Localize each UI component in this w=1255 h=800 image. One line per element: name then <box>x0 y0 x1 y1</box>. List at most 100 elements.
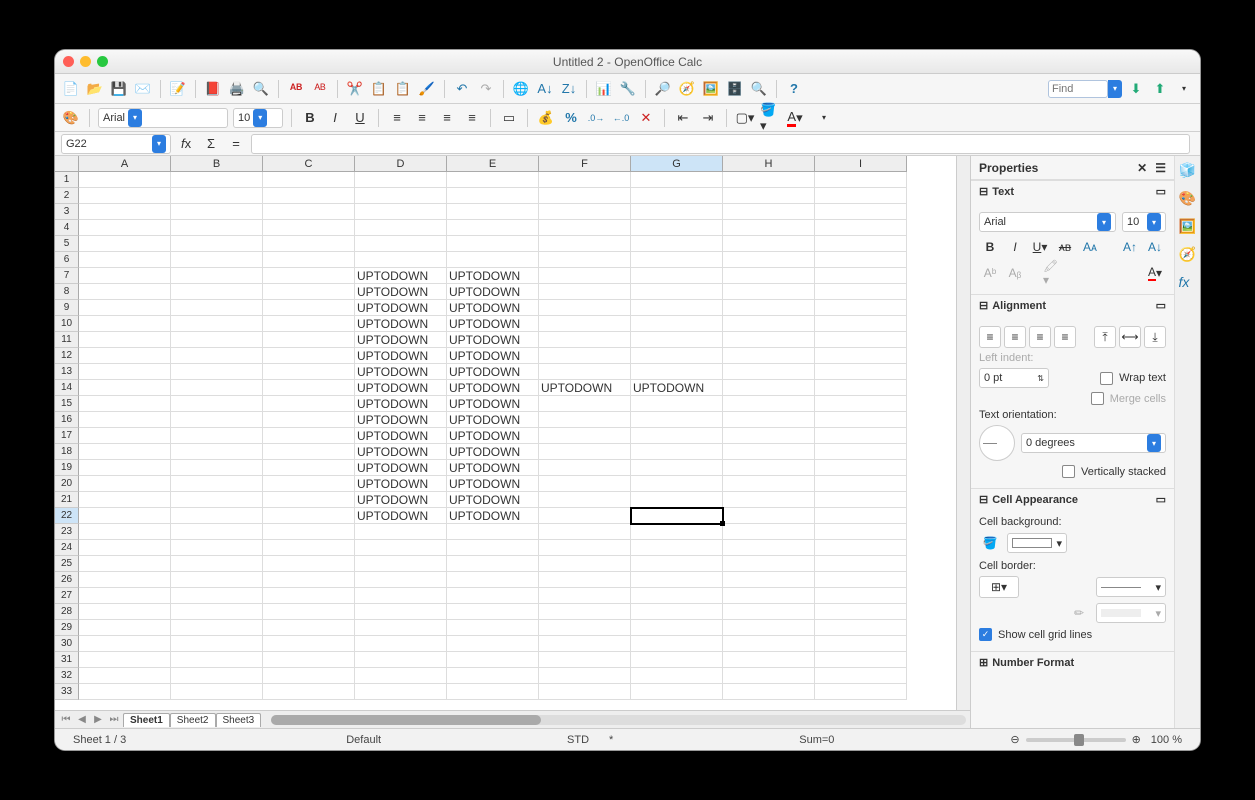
cell-I25[interactable] <box>815 556 907 572</box>
gallery-tab-icon[interactable]: 🖼️ <box>1179 218 1197 236</box>
export-pdf-icon[interactable]: 📕 <box>203 79 223 99</box>
cell-E1[interactable] <box>447 172 539 188</box>
cell-I17[interactable] <box>815 428 907 444</box>
cell-A33[interactable] <box>79 684 171 700</box>
cell-G23[interactable] <box>631 524 723 540</box>
cell-A32[interactable] <box>79 668 171 684</box>
gallery-icon[interactable]: 🖼️ <box>701 79 721 99</box>
cell-G24[interactable] <box>631 540 723 556</box>
cell-F27[interactable] <box>539 588 631 604</box>
cell-I32[interactable] <box>815 668 907 684</box>
cell-F22[interactable] <box>539 508 631 524</box>
cell-E25[interactable] <box>447 556 539 572</box>
row-header-3[interactable]: 3 <box>55 204 79 220</box>
cell-D19[interactable]: UPTODOWN <box>355 460 447 476</box>
cell-D20[interactable]: UPTODOWN <box>355 476 447 492</box>
cell-B18[interactable] <box>171 444 263 460</box>
cell-G21[interactable] <box>631 492 723 508</box>
cell-I24[interactable] <box>815 540 907 556</box>
sheet-tab-sheet1[interactable]: Sheet1 <box>123 713 170 727</box>
bg-color-icon[interactable]: 🪣▾ <box>760 108 780 128</box>
cell-E18[interactable]: UPTODOWN <box>447 444 539 460</box>
cell-H18[interactable] <box>723 444 815 460</box>
cell-H1[interactable] <box>723 172 815 188</box>
cell-D2[interactable] <box>355 188 447 204</box>
sum-icon[interactable]: Σ <box>201 134 221 154</box>
cell-H31[interactable] <box>723 652 815 668</box>
cell-G26[interactable] <box>631 572 723 588</box>
cell-F28[interactable] <box>539 604 631 620</box>
cell-H13[interactable] <box>723 364 815 380</box>
dropdown-icon[interactable]: ▾ <box>1097 213 1111 231</box>
cell-I7[interactable] <box>815 268 907 284</box>
paste-icon[interactable]: 📋 <box>393 79 413 99</box>
cell-A17[interactable] <box>79 428 171 444</box>
row-header-29[interactable]: 29 <box>55 620 79 636</box>
valign-middle-icon[interactable]: ⟷ <box>1119 326 1141 348</box>
row-header-9[interactable]: 9 <box>55 300 79 316</box>
cell-F26[interactable] <box>539 572 631 588</box>
cells-area[interactable]: UPTODOWNUPTODOWNUPTODOWNUPTODOWNUPTODOWN… <box>79 172 956 700</box>
cell-H33[interactable] <box>723 684 815 700</box>
cell-D31[interactable] <box>355 652 447 668</box>
cell-D30[interactable] <box>355 636 447 652</box>
cell-A9[interactable] <box>79 300 171 316</box>
row-header-12[interactable]: 12 <box>55 348 79 364</box>
find-replace-icon[interactable]: 🔎 <box>653 79 673 99</box>
cell-D3[interactable] <box>355 204 447 220</box>
row-header-16[interactable]: 16 <box>55 412 79 428</box>
column-header-I[interactable]: I <box>815 156 907 172</box>
cell-A29[interactable] <box>79 620 171 636</box>
bucket-icon[interactable]: 🪣 <box>979 532 1001 554</box>
cell-E3[interactable] <box>447 204 539 220</box>
cell-C22[interactable] <box>263 508 355 524</box>
cell-D21[interactable]: UPTODOWN <box>355 492 447 508</box>
auto-spellcheck-icon[interactable]: ᴬᴮ <box>310 79 330 99</box>
cell-G6[interactable] <box>631 252 723 268</box>
degrees-select[interactable]: 0 degrees ▾ <box>1021 433 1166 453</box>
functions-tab-icon[interactable]: fx <box>1179 274 1197 292</box>
row-header-27[interactable]: 27 <box>55 588 79 604</box>
bg-color-select[interactable]: ▾ <box>1007 533 1067 553</box>
font-color-icon[interactable]: A▾ <box>1144 262 1166 284</box>
panel-font-name-select[interactable]: Arial ▾ <box>979 212 1116 232</box>
cell-B28[interactable] <box>171 604 263 620</box>
horizontal-scrollbar[interactable] <box>271 715 966 725</box>
column-header-B[interactable]: B <box>171 156 263 172</box>
cell-G19[interactable] <box>631 460 723 476</box>
row-header-26[interactable]: 26 <box>55 572 79 588</box>
find-dropdown-icon[interactable]: ▾ <box>1108 80 1122 98</box>
cell-G17[interactable] <box>631 428 723 444</box>
row-header-21[interactable]: 21 <box>55 492 79 508</box>
font-name-select[interactable]: Arial ▾ <box>98 108 228 128</box>
column-header-H[interactable]: H <box>723 156 815 172</box>
cell-E32[interactable] <box>447 668 539 684</box>
cell-H26[interactable] <box>723 572 815 588</box>
valign-top-icon[interactable]: ⤒ <box>1094 326 1116 348</box>
cell-D28[interactable] <box>355 604 447 620</box>
find-input[interactable] <box>1048 80 1108 98</box>
merge-cells-icon[interactable]: ▭ <box>499 108 519 128</box>
cell-G9[interactable] <box>631 300 723 316</box>
cell-F33[interactable] <box>539 684 631 700</box>
zoom-slider[interactable] <box>1026 738 1126 742</box>
cell-H14[interactable] <box>723 380 815 396</box>
cell-D13[interactable]: UPTODOWN <box>355 364 447 380</box>
sheet-tab-sheet2[interactable]: Sheet2 <box>170 713 216 727</box>
cell-B11[interactable] <box>171 332 263 348</box>
row-header-22[interactable]: 22 <box>55 508 79 524</box>
cell-D9[interactable]: UPTODOWN <box>355 300 447 316</box>
cell-A31[interactable] <box>79 652 171 668</box>
vertical-scrollbar[interactable] <box>956 156 970 710</box>
cell-D27[interactable] <box>355 588 447 604</box>
cell-G5[interactable] <box>631 236 723 252</box>
collapse-icon[interactable]: ⊟ <box>979 185 988 198</box>
column-header-F[interactable]: F <box>539 156 631 172</box>
column-header-G[interactable]: G <box>631 156 723 172</box>
cell-H23[interactable] <box>723 524 815 540</box>
cell-F24[interactable] <box>539 540 631 556</box>
cell-H8[interactable] <box>723 284 815 300</box>
cell-G28[interactable] <box>631 604 723 620</box>
cell-G29[interactable] <box>631 620 723 636</box>
cell-A19[interactable] <box>79 460 171 476</box>
